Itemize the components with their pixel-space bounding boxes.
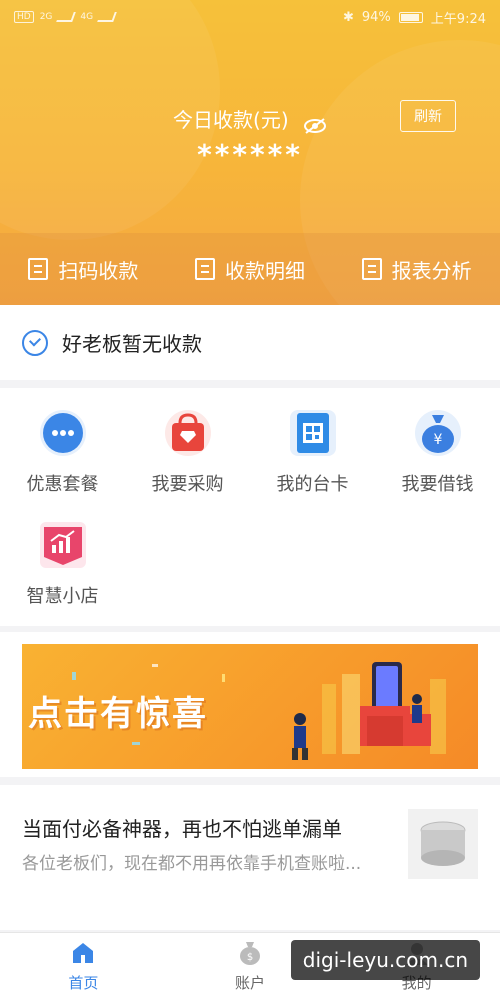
grid-item-card[interactable]: 我的台卡 [250, 388, 375, 498]
article-description: 各位老板们，现在都不用再依靠手机查账啦... [22, 854, 362, 874]
signal-icon [97, 12, 117, 22]
grid-label: 我要采购 [151, 474, 224, 495]
quick-action-report[interactable]: 报表分析 [361, 255, 472, 284]
svg-text:$: $ [247, 952, 253, 963]
promo-banner[interactable]: 点击有惊喜 [22, 644, 478, 769]
grid-item-store[interactable]: 智慧小店 [0, 500, 125, 610]
notice-bar[interactable]: 好老板暂无收款 [0, 305, 500, 380]
clock-time: 上午9:24 [430, 11, 486, 27]
tab-label: 首页 [68, 974, 99, 992]
status-right: ✱ 94% 上午9:24 [343, 8, 486, 27]
home-icon [73, 943, 94, 963]
header: HD 2G 4G ✱ 94% 上午9:24 今日收款(元) 刷新 ****** … [0, 0, 500, 305]
shopping-bag-icon [164, 410, 211, 456]
grid-label: 我的台卡 [276, 474, 349, 495]
banner-text: 点击有惊喜 [28, 694, 208, 734]
banner-container: 点击有惊喜 [0, 632, 500, 777]
eye-hidden-icon[interactable] [303, 115, 327, 134]
grid-label: 我要借钱 [401, 474, 474, 495]
refresh-button[interactable]: 刷新 [400, 100, 456, 132]
qr-card-icon [289, 410, 336, 456]
grid-item-borrow[interactable]: ¥ 我要借钱 [375, 388, 500, 498]
feature-grid: 优惠套餐 我要采购 我的台卡 ¥ 我要借钱 智慧小店 [0, 388, 500, 626]
quick-action-label: 收款明细 [224, 258, 305, 283]
status-bar: HD 2G 4G ✱ 94% 上午9:24 [0, 0, 500, 34]
watermark: digi-leyu.com.cn [290, 940, 480, 980]
check-clock-icon [22, 329, 48, 356]
tab-home[interactable]: 首页 [0, 933, 167, 1000]
status-left: HD 2G 4G [14, 11, 117, 23]
network-label: 4G [80, 12, 94, 22]
article-card[interactable]: 当面付必备神器，再也不怕逃单漏单 各位老板们，现在都不用再依靠手机查账啦... [0, 785, 500, 930]
money-bag-icon: $ [240, 942, 260, 965]
grid-label: 优惠套餐 [26, 474, 99, 495]
hd-badge: HD [14, 11, 34, 23]
quick-actions-bar: 扫码收款 收款明细 报表分析 [0, 233, 500, 305]
battery-icon [398, 11, 423, 23]
network-label: 2G [39, 12, 53, 22]
income-label: 今日收款(元) [173, 108, 289, 132]
income-amount: ****** [197, 138, 303, 171]
grid-label: 智慧小店 [26, 586, 99, 607]
grid-item-purchase[interactable]: 我要采购 [125, 388, 250, 498]
list-icon [194, 258, 215, 280]
scan-icon [28, 258, 49, 280]
article-title: 当面付必备神器，再也不怕逃单漏单 [22, 817, 342, 841]
report-icon [361, 258, 382, 280]
tab-label: 账户 [235, 974, 266, 992]
svg-text:¥: ¥ [433, 432, 442, 448]
quick-action-scan[interactable]: 扫码收款 [28, 255, 138, 284]
bluetooth-icon: ✱ [342, 9, 354, 25]
quick-action-label: 扫码收款 [58, 258, 139, 283]
quick-action-label: 报表分析 [391, 258, 472, 283]
signal-icon [56, 12, 77, 22]
battery-percent: 94% [361, 9, 391, 25]
grid-item-discount[interactable]: 优惠套餐 [0, 388, 125, 498]
store-chart-icon [39, 522, 86, 568]
chat-bubble-icon [39, 410, 86, 456]
quick-action-details[interactable]: 收款明细 [194, 255, 305, 284]
speaker-thumbnail [408, 809, 478, 879]
notice-text: 好老板暂无收款 [62, 332, 202, 356]
speaker-icon [420, 821, 466, 866]
money-bag-icon: ¥ [414, 410, 461, 456]
